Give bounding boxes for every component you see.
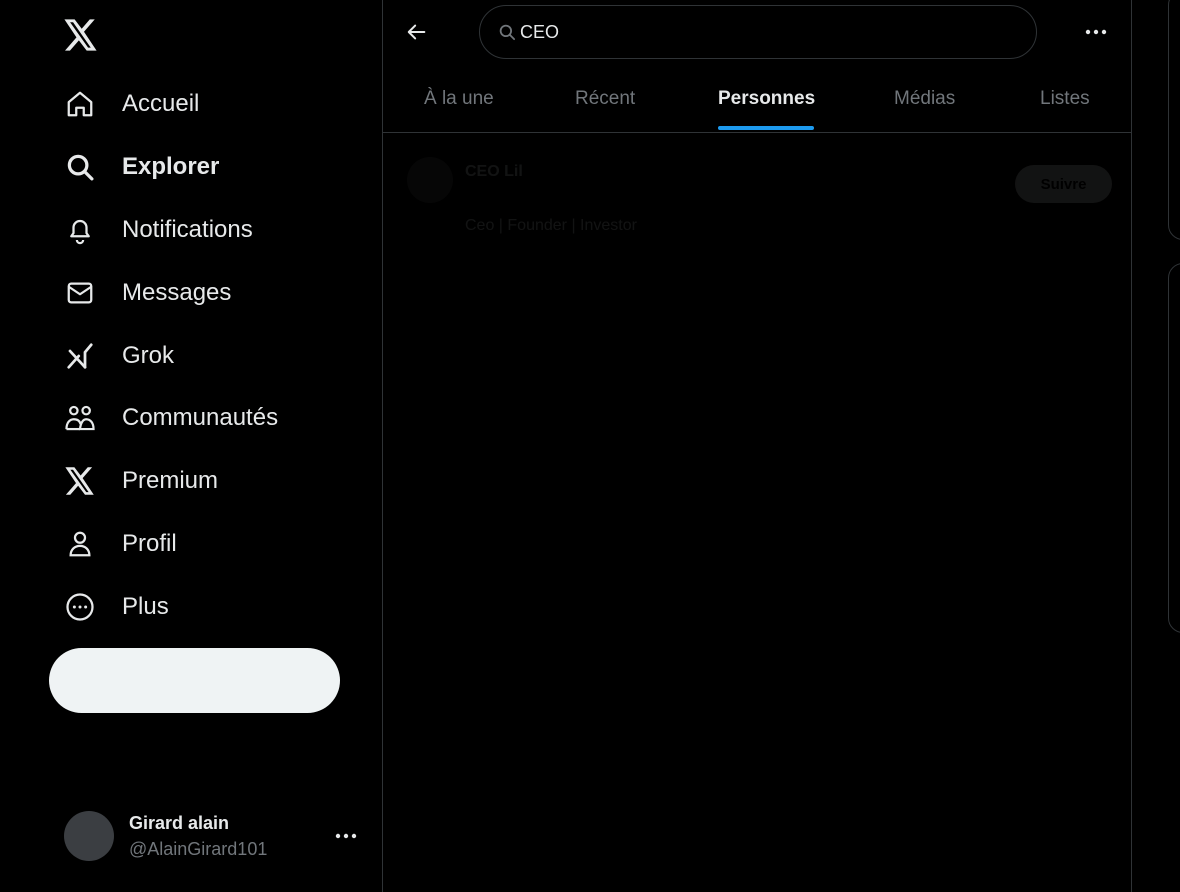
sidebar-item-messages[interactable]: Messages — [48, 261, 348, 324]
search-icon — [498, 23, 516, 41]
sidebar-item-grok[interactable]: Grok — [48, 324, 348, 387]
x-logo-icon — [64, 465, 96, 497]
tab-a-la-une[interactable]: À la une — [424, 66, 494, 132]
post-button[interactable] — [49, 648, 340, 713]
sidebar-item-label: Plus — [122, 592, 169, 620]
user-bio: Ceo | Founder | Investor — [465, 217, 637, 234]
search-tabs: À la une Récent Personnes Médias Listes — [383, 66, 1132, 133]
tab-personnes[interactable]: Personnes — [718, 66, 815, 132]
sidebar-item-label: Notifications — [122, 215, 253, 243]
envelope-icon — [64, 277, 96, 309]
sidebar-item-communautes[interactable]: Communautés — [48, 387, 348, 450]
account-handle: @AlainGirard101 — [129, 838, 268, 859]
sidebar-item-accueil[interactable]: Accueil — [48, 73, 348, 136]
more-horizontal-icon[interactable] — [332, 824, 360, 848]
sidebar-item-label: Grok — [122, 341, 175, 369]
sidebar-item-notifications[interactable]: Notifications — [48, 199, 348, 262]
sidebar-item-label: Accueil — [122, 90, 200, 118]
sidebar-item-label: Premium — [122, 467, 219, 495]
sidebar-item-premium[interactable]: Premium — [48, 450, 348, 513]
home-icon — [64, 88, 96, 120]
sidebar-item-label: Explorer — [122, 153, 220, 181]
account-switcher[interactable]: Girard alain @AlainGirard101 — [64, 810, 364, 862]
tab-medias[interactable]: Médias — [894, 66, 955, 132]
person-icon — [64, 528, 96, 560]
search-box[interactable] — [479, 5, 1037, 59]
sidebar: Accueil Explorer Notifications Messages — [0, 0, 383, 892]
back-arrow-icon[interactable] — [403, 18, 431, 46]
more-circle-icon — [64, 591, 96, 623]
active-tab-indicator — [718, 126, 814, 130]
account-info: Girard alain @AlainGirard101 — [129, 813, 267, 860]
sidebar-item-explorer[interactable]: Explorer — [48, 136, 348, 199]
tab-recent[interactable]: Récent — [575, 66, 635, 132]
grok-icon — [64, 340, 96, 372]
tab-listes[interactable]: Listes — [1040, 66, 1090, 132]
sidebar-item-label: Messages — [122, 278, 232, 306]
search-icon — [64, 151, 96, 183]
list-item[interactable]: CEO Lil Ceo | Founder | Investor Suivre — [407, 155, 1112, 245]
search-input[interactable] — [520, 21, 1000, 43]
app-window: Accueil Explorer Notifications Messages — [0, 0, 1180, 892]
sidebar-item-profil[interactable]: Profil — [48, 513, 348, 576]
follow-button[interactable]: Suivre — [1015, 165, 1112, 203]
bell-icon — [64, 214, 96, 246]
main-column: À la une Récent Personnes Médias Listes … — [383, 0, 1132, 892]
account-name: Girard alain — [129, 812, 230, 833]
sidebar-item-label: Communautés — [122, 404, 279, 432]
more-horizontal-icon[interactable] — [1081, 20, 1111, 44]
right-panel-card — [1168, 263, 1180, 633]
avatar — [64, 811, 114, 861]
sidebar-item-label: Profil — [122, 529, 177, 557]
avatar — [407, 157, 453, 203]
sidebar-nav: Accueil Explorer Notifications Messages — [48, 73, 348, 638]
people-icon — [64, 402, 96, 434]
sidebar-item-plus[interactable]: Plus — [48, 575, 348, 638]
user-name: CEO Lil — [465, 163, 523, 180]
right-panel-card — [1168, 0, 1180, 240]
x-logo-icon[interactable] — [62, 16, 100, 54]
